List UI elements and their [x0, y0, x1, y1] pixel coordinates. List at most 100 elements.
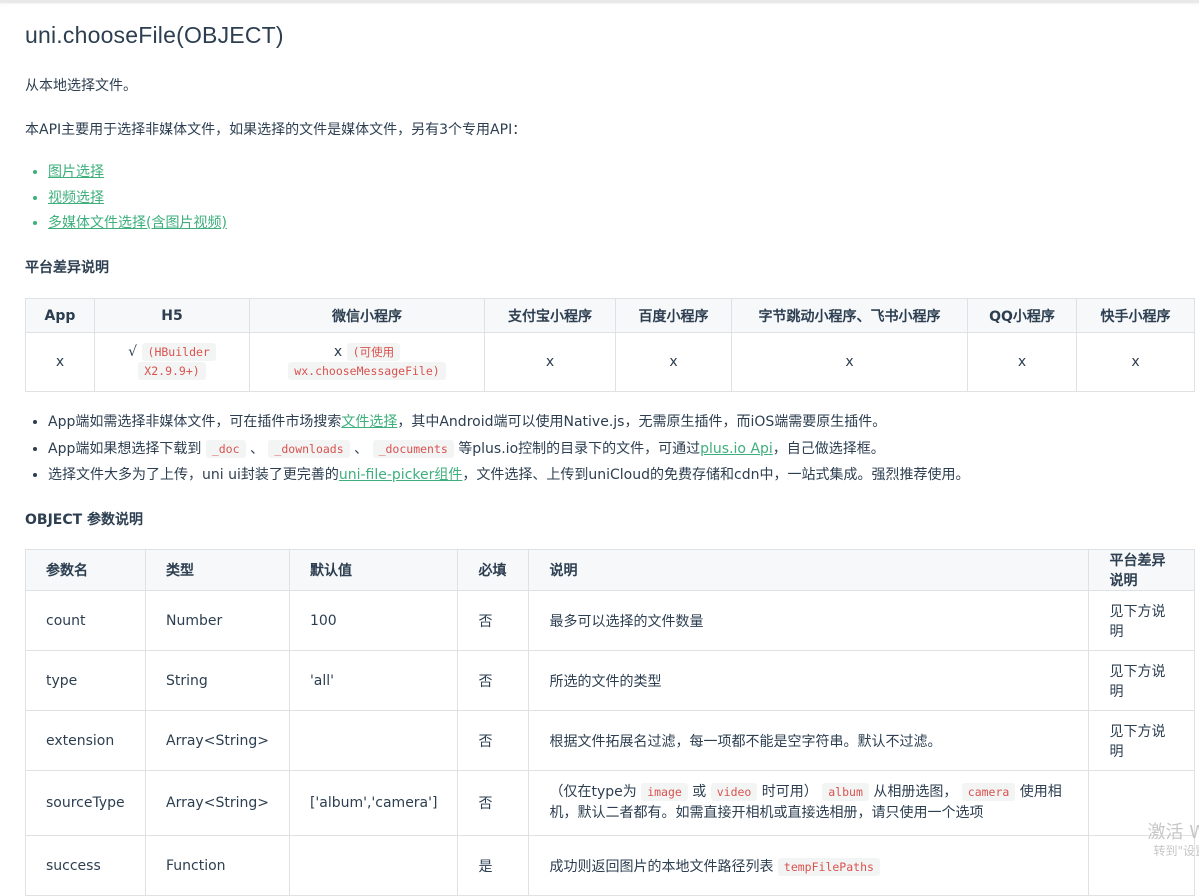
table-row: count Number 100 否 最多可以选择的文件数量 见下方说明: [25, 590, 1195, 651]
page-title: uni.chooseFile(OBJECT): [25, 22, 284, 48]
col-header: 百度小程序: [615, 298, 732, 333]
desc-text: 或: [692, 784, 707, 800]
param-desc: （仅在type为 image 或 video 时可用） album 从相册选图，…: [528, 770, 1090, 836]
table-row: x √ (HBuilder X2.9.9+) x (可使用 wx.chooseMes…: [25, 332, 1195, 392]
notes-list: App端如需选择非媒体文件，可在插件市场搜索文件选择，其中Android端可以使…: [25, 410, 969, 490]
param-name: sourceType: [25, 770, 146, 836]
param-required: 否: [457, 770, 530, 836]
cell-baidu: x: [615, 332, 732, 392]
param-required: 否: [457, 650, 530, 711]
param-table: 参数名 类型 默认值 必填 说明 平台差异说明 count Number 100…: [25, 549, 1195, 896]
inline-code: X2.9.9+): [138, 362, 206, 380]
param-platform: 见下方说明: [1088, 590, 1195, 651]
param-default: [288, 835, 459, 896]
param-type: Function: [145, 835, 290, 896]
param-type: String: [145, 650, 290, 711]
note-text: ，文件选择、上传到uniCloud的免费存储和cdn中，一站式集成。强烈推荐使用…: [462, 467, 970, 483]
table-row: type String 'all' 否 所选的文件的类型 见下方说明: [25, 650, 1195, 711]
inline-code: (可使用: [346, 343, 401, 361]
inline-code: _downloads: [268, 439, 350, 458]
activation-watermark-sub: 转到"设置: [1153, 844, 1199, 858]
link-plus-io-api[interactable]: plus.io Api: [700, 441, 773, 457]
param-platform: 见下方说明: [1088, 710, 1195, 771]
desc-text: 成功则返回图片的本地文件路径列表: [549, 858, 774, 875]
col-header: H5: [94, 298, 250, 333]
param-desc: 成功则返回图片的本地文件路径列表 tempFilePaths: [528, 835, 1090, 896]
inline-code: wx.chooseMessageFile): [288, 362, 446, 380]
param-type: Number: [145, 590, 290, 651]
col-header: QQ小程序: [967, 298, 1077, 333]
param-desc: 根据文件拓展名过滤，每一项都不能是空字符串。默认不过滤。: [528, 710, 1090, 771]
list-item: App端如果想选择下载到 _doc 、 _downloads 、 _docume…: [48, 437, 969, 464]
param-name: extension: [25, 710, 146, 771]
link-image-choose[interactable]: 图片选择: [48, 164, 104, 180]
cell-kuaishou: x: [1076, 332, 1195, 392]
col-header: 微信小程序: [249, 298, 485, 333]
link-media-choose[interactable]: 多媒体文件选择(含图片视频): [48, 215, 227, 231]
activation-watermark: 激活 W: [1147, 822, 1199, 843]
note-text: ，其中Android端可以使用Native.js，无需原生插件，而iOS端需要原…: [397, 414, 887, 430]
note-text: ，自己做选择框。: [772, 440, 885, 457]
list-item: 选择文件大多为了上传，uni ui封装了更完善的uni-file-picker组…: [48, 463, 969, 490]
inline-code: video: [710, 783, 758, 801]
param-name: type: [25, 650, 146, 711]
cross-mark: x: [333, 344, 343, 360]
param-required: 否: [457, 590, 530, 651]
api-link-list: 图片选择 视频选择 多媒体文件选择(含图片视频): [25, 160, 227, 237]
separator: 、: [249, 440, 264, 457]
param-desc: 最多可以选择的文件数量: [528, 590, 1090, 651]
param-default: ['album','camera']: [288, 770, 459, 836]
table-row: sourceType Array<String> ['album','camer…: [25, 770, 1195, 836]
param-required: 否: [457, 710, 530, 771]
col-header: 快手小程序: [1076, 298, 1195, 333]
table-row: extension Array<String> 否 根据文件拓展名过滤，每一项都…: [25, 710, 1195, 771]
list-item: App端如需选择非媒体文件，可在插件市场搜索文件选择，其中Android端可以使…: [48, 410, 969, 437]
col-header: 默认值: [288, 549, 459, 591]
col-header: 说明: [528, 549, 1090, 591]
check-mark: √: [128, 344, 138, 360]
cell-bytedance: x: [731, 332, 968, 392]
inline-code: _documents: [372, 439, 454, 458]
param-default: 100: [288, 590, 459, 651]
cell-h5: √ (HBuilder X2.9.9+): [94, 332, 250, 392]
intro-text: 从本地选择文件。: [25, 78, 137, 94]
cell-wechat: x (可使用 wx.chooseMessageFile): [249, 332, 485, 392]
col-header: 类型: [145, 549, 290, 591]
link-uni-file-picker[interactable]: uni-file-picker组件: [339, 467, 463, 483]
param-default: 'all': [288, 650, 459, 711]
desc-text: （仅在type为: [549, 784, 637, 800]
section-heading-object: OBJECT 参数说明: [25, 512, 144, 528]
inline-code: tempFilePaths: [777, 857, 880, 876]
link-video-choose[interactable]: 视频选择: [48, 190, 104, 206]
separator: 、: [354, 440, 369, 457]
list-item: 视频选择: [48, 186, 227, 212]
list-item: 多媒体文件选择(含图片视频): [48, 211, 227, 237]
col-header: 平台差异说明: [1088, 549, 1195, 591]
note-text: App端如果想选择下载到: [48, 440, 202, 457]
param-default: [288, 710, 459, 771]
platform-table: App H5 微信小程序 支付宝小程序 百度小程序 字节跳动小程序、飞书小程序 …: [25, 298, 1195, 392]
cell-qq: x: [967, 332, 1077, 392]
param-type: Array<String>: [145, 710, 290, 771]
cell-app: x: [25, 332, 95, 392]
cell-alipay: x: [484, 332, 616, 392]
param-required: 是: [457, 835, 530, 896]
inline-code: image: [641, 783, 688, 801]
param-desc: 所选的文件的类型: [528, 650, 1090, 711]
table-row: success Function 是 成功则返回图片的本地文件路径列表 temp…: [25, 835, 1195, 896]
inline-code: (HBuilder: [141, 343, 216, 361]
param-type: Array<String>: [145, 770, 290, 836]
note-text: 等plus.io控制的目录下的文件，可通过: [458, 440, 701, 457]
param-name: success: [25, 835, 146, 896]
param-platform: 见下方说明: [1088, 650, 1195, 711]
param-name: count: [25, 590, 146, 651]
col-header: App: [25, 298, 95, 333]
inline-code: camera: [961, 783, 1016, 801]
section-heading-platform: 平台差异说明: [25, 260, 109, 276]
link-file-choose[interactable]: 文件选择: [341, 414, 397, 430]
description-text: 本API主要用于选择非媒体文件，如果选择的文件是媒体文件，另有3个专用API：: [25, 122, 527, 138]
table-header-row: 参数名 类型 默认值 必填 说明 平台差异说明: [25, 549, 1195, 591]
top-bar: [0, 0, 1199, 3]
list-item: 图片选择: [48, 160, 227, 186]
table-header-row: App H5 微信小程序 支付宝小程序 百度小程序 字节跳动小程序、飞书小程序 …: [25, 298, 1195, 333]
